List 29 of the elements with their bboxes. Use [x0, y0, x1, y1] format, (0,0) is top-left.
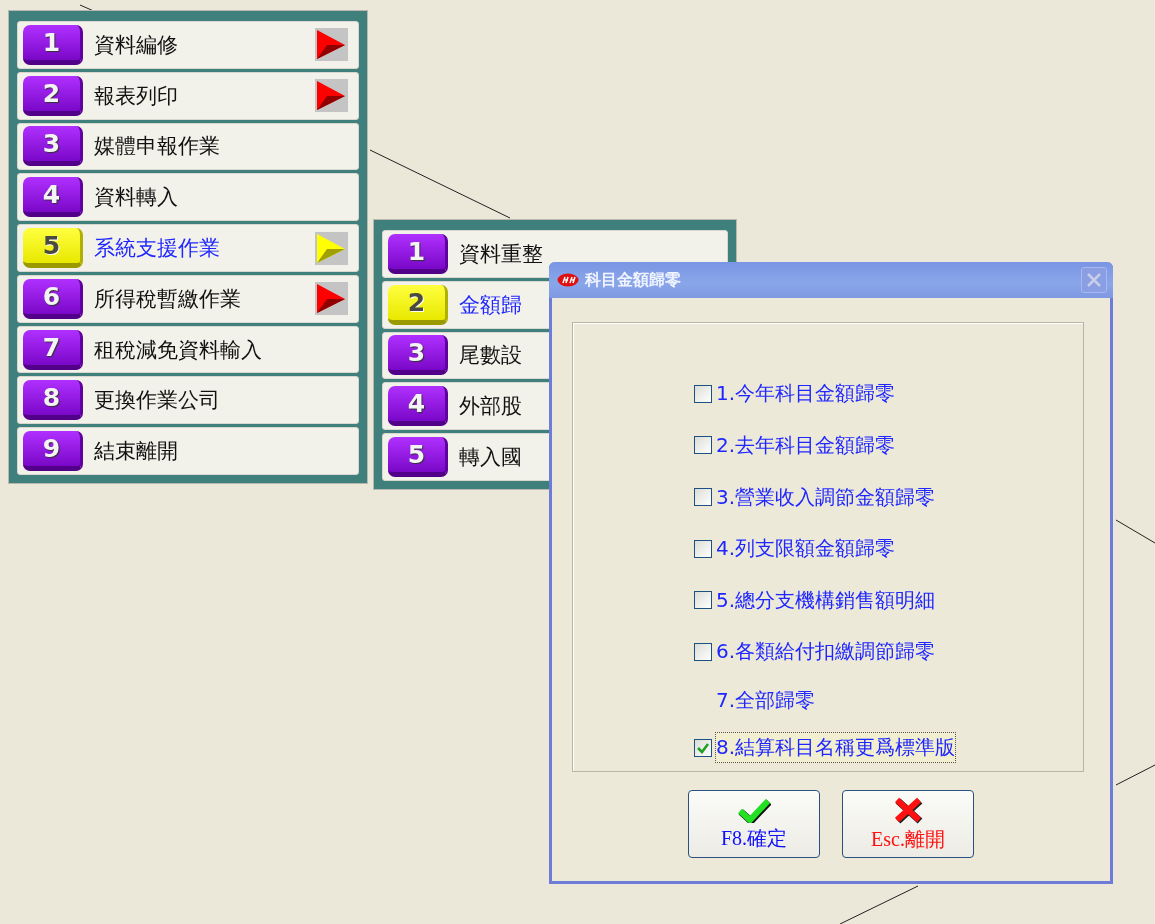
number-badge: 8 [23, 380, 83, 421]
number-badge: 9 [23, 431, 83, 472]
number-badge: 4 [388, 386, 448, 427]
menu-item-label: 結束離開 [94, 438, 178, 466]
number-badge: 1 [23, 24, 83, 65]
menu-item-label: 系統支援作業 [94, 235, 220, 262]
menu-item-label: 所得稅暫繳作業 [94, 285, 241, 313]
menu-item-label: 資料編修 [94, 31, 178, 59]
number-badge: 3 [388, 335, 448, 376]
number-badge: 4 [23, 177, 83, 218]
menu-item-label: 外部股 [459, 393, 522, 421]
number-badge: 3 [23, 126, 83, 167]
menu-item-label: 資料重整 [459, 240, 543, 268]
number-badge: 5 [388, 437, 448, 478]
number-badge: 2 [23, 75, 83, 116]
menu-item-label: 媒體申報作業 [94, 133, 220, 161]
number-badge: 5 [23, 228, 83, 268]
menu-item-label: 租稅減免資料輸入 [94, 336, 262, 364]
option-label: 7.全部歸零 [715, 687, 817, 715]
menu-item-label: 更換作業公司 [94, 387, 220, 415]
number-badge: 7 [23, 329, 83, 370]
menu-item-label: 金額歸 [459, 291, 522, 319]
menu-item-label: 資料轉入 [94, 184, 178, 212]
menu-item-label: 報表列印 [94, 82, 178, 110]
number-badge: 2 [388, 284, 448, 325]
menu-item-label: 轉入國 [459, 444, 522, 472]
menu-item-label: 尾數設 [459, 342, 522, 370]
number-badge: 6 [23, 278, 83, 319]
number-badge: 1 [388, 233, 448, 274]
